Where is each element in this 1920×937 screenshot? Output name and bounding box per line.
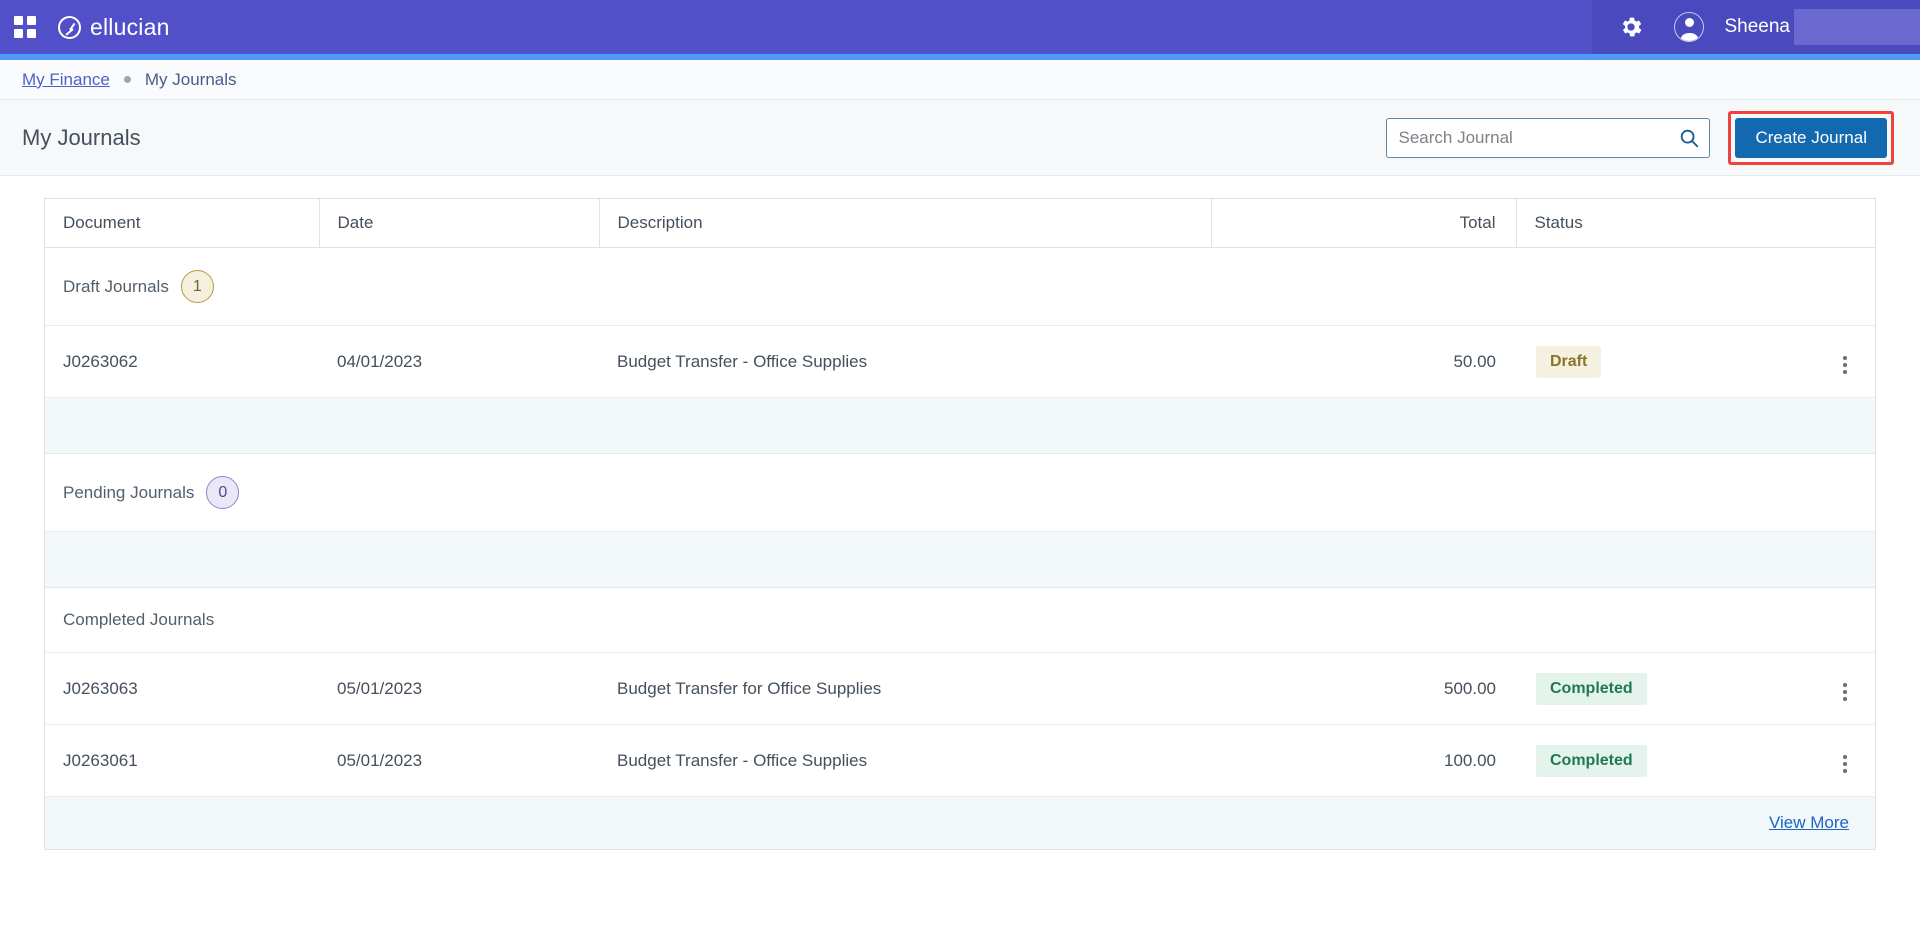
cell-row-menu (1766, 325, 1875, 398)
cell-date: 04/01/2023 (319, 325, 599, 398)
cell-total: 50.00 (1211, 325, 1516, 398)
breadcrumb-separator-dot-icon (123, 76, 131, 83)
journal-group-header: Draft Journals 1 (45, 247, 1875, 326)
main-content: Document Date Description Total Status D… (0, 176, 1920, 937)
search-icon[interactable] (1678, 127, 1700, 149)
journal-group-header-cell: Draft Journals 1 (45, 247, 1875, 326)
journals-table-head: Document Date Description Total Status (45, 199, 1875, 248)
cell-status: Completed (1516, 724, 1766, 797)
cell-document: J0263061 (45, 724, 319, 797)
table-footer: View More (45, 796, 1875, 849)
page-title: My Journals (22, 124, 141, 150)
search-journal-field[interactable] (1386, 117, 1711, 158)
cell-document: J0263062 (45, 325, 319, 398)
brand-name: ellucian (90, 13, 170, 40)
group-label-wrap: Completed Journals (63, 610, 1875, 630)
grid-apps-icon[interactable] (14, 16, 36, 38)
breadcrumb: My Finance My Journals (0, 60, 1920, 100)
ellucian-mark-icon (58, 15, 81, 39)
cell-date: 05/01/2023 (319, 652, 599, 725)
group-label-wrap: Draft Journals 1 (63, 270, 1875, 303)
create-journal-highlight: Create Journal (1728, 110, 1894, 165)
status-badge: Completed (1536, 672, 1647, 705)
journal-group-header-cell: Pending Journals 0 (45, 453, 1875, 532)
toolbar-actions: Create Journal (1386, 110, 1894, 165)
journal-group-header: Completed Journals (45, 587, 1875, 653)
table-row[interactable]: J0263061 05/01/2023 Budget Transfer - Offi… (45, 724, 1875, 797)
column-header-document: Document (45, 199, 319, 248)
kebab-menu-icon[interactable] (1837, 679, 1853, 705)
group-label-wrap: Pending Journals 0 (63, 476, 1875, 509)
brand-logo[interactable]: ellucian (58, 14, 170, 41)
user-name: Sheena (1724, 16, 1790, 37)
user-name-redacted (1794, 9, 1920, 45)
group-spacer (45, 531, 1875, 588)
column-header-status: Status (1515, 199, 1875, 248)
table-footer-cell: View More (45, 796, 1875, 849)
app-header: ellucian Sheena (0, 0, 1920, 54)
cell-row-menu (1766, 724, 1875, 797)
journals-table-body: Draft Journals 1 J0263062 04/01/2023 Budget … (45, 247, 1875, 849)
journal-group-header: Pending Journals 0 (45, 453, 1875, 532)
journal-group-header-cell: Completed Journals (45, 587, 1875, 653)
kebab-menu-icon[interactable] (1837, 352, 1853, 378)
cell-total: 100.00 (1211, 724, 1516, 797)
cell-description: Budget Transfer for Office Supplies (599, 652, 1211, 725)
column-header-date: Date (318, 199, 599, 248)
column-header-total: Total (1210, 199, 1516, 248)
table-header-row: Document Date Description Total Status (45, 199, 1875, 248)
group-spacer-cell (45, 531, 1875, 588)
group-spacer (45, 397, 1875, 454)
breadcrumb-item-my-finance[interactable]: My Finance (22, 70, 110, 90)
kebab-menu-icon[interactable] (1837, 751, 1853, 777)
journals-table: Document Date Description Total Status D… (45, 199, 1875, 849)
group-label: Pending Journals (63, 482, 195, 502)
table-row[interactable]: J0263062 04/01/2023 Budget Transfer - Offi… (45, 325, 1875, 398)
create-journal-button[interactable]: Create Journal (1735, 117, 1887, 158)
cell-row-menu (1766, 652, 1875, 725)
group-label: Draft Journals (63, 276, 169, 296)
header-right-cluster: Sheena (1592, 0, 1920, 54)
column-header-description: Description (598, 199, 1211, 248)
status-badge: Completed (1536, 744, 1647, 777)
group-count-badge: 1 (180, 270, 214, 303)
cell-date: 05/01/2023 (319, 724, 599, 797)
cell-status: Draft (1516, 325, 1766, 398)
status-badge: Draft (1536, 345, 1602, 378)
search-input[interactable] (1387, 118, 1710, 157)
view-more-link[interactable]: View More (1769, 813, 1849, 832)
cell-status: Completed (1516, 652, 1766, 725)
cell-description: Budget Transfer - Office Supplies (599, 724, 1211, 797)
gear-icon[interactable] (1618, 14, 1644, 40)
cell-total: 500.00 (1211, 652, 1516, 725)
cell-document: J0263063 (45, 652, 319, 725)
page-toolbar: My Journals Create Journal (0, 100, 1920, 176)
group-spacer-cell (45, 397, 1875, 454)
cell-description: Budget Transfer - Office Supplies (599, 325, 1211, 398)
journals-card: Document Date Description Total Status D… (44, 198, 1876, 850)
group-count-badge: 0 (206, 476, 240, 509)
table-row[interactable]: J0263063 05/01/2023 Budget Transfer for Of… (45, 652, 1875, 725)
user-avatar-icon[interactable] (1674, 12, 1705, 42)
group-label: Completed Journals (63, 610, 215, 629)
breadcrumb-item-my-journals: My Journals (144, 69, 237, 89)
